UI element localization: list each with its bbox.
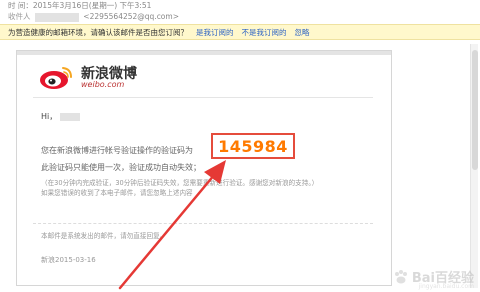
scrollbar-thumb[interactable] [472, 50, 478, 170]
ignore-link[interactable]: 忽略 [295, 27, 310, 38]
watermark-url: jingyan.baidu.com [418, 283, 474, 290]
redacted-recipient-name [34, 12, 79, 22]
not-subscribed-link[interactable]: 不是我订阅的 [242, 27, 287, 38]
header-divider [33, 97, 373, 98]
code-intro-text: 您在新浪微博进行帐号验证操作的验证码为 [41, 146, 193, 155]
greeting-text: Hi， [41, 112, 58, 121]
signature-date: 新浪2015-03-16 [41, 256, 96, 264]
footer-divider [33, 223, 373, 224]
subscription-check-message: 为营造健康的邮箱环境，请确认该邮件是否由您订阅？ [8, 27, 188, 37]
redacted-username [60, 112, 81, 121]
verification-code: 145984 [218, 136, 288, 156]
verification-code-highlight: 145984 [211, 133, 295, 159]
greeting: Hi， [41, 111, 82, 122]
mail-header: 时 间：2015年3月16日(星期一) 下午3:51 收件人 <22955642… [8, 0, 480, 22]
brand-domain: weibo.com [81, 80, 125, 89]
email-body: 新浪微博 weibo.com Hi， 您在新浪微博进行帐号验证操作的验证码为 1… [16, 50, 392, 286]
recipient-email[interactable]: <2295564252@qq.com> [83, 12, 179, 21]
subscription-check-bar: 为营造健康的邮箱环境，请确认该邮件是否由您订阅？ 是我订阅的 不是我订阅的 忽略 [0, 24, 480, 40]
send-time: 时 间：2015年3月16日(星期一) 下午3:51 [8, 1, 152, 10]
recipient-label: 收件人 [8, 12, 31, 21]
weibo-eye-icon [40, 67, 72, 89]
baidu-jingyan-watermark: Bai百经验 jingyan.baidu.com [393, 267, 474, 290]
vertical-scrollbar[interactable] [470, 44, 478, 288]
expiry-note: （在30分钟内完成验证，30分钟后验证码失效，您需要重新进行验证。感谢您对新浪的… [41, 179, 319, 187]
paw-icon [394, 269, 407, 283]
weibo-logo: 新浪微博 weibo.com [37, 63, 157, 91]
send-time-row: 时 间：2015年3月16日(星期一) 下午3:51 [8, 0, 480, 11]
recipient-row: 收件人 <2295564252@qq.com> [8, 11, 480, 22]
subscribed-link[interactable]: 是我订阅的 [196, 27, 234, 38]
email-top-strip [17, 51, 391, 55]
system-mail-notice: 本邮件是系统发出的邮件，请勿直接回复。 [41, 232, 167, 240]
single-use-notice: 此验证码只能使用一次，验证成功自动失效； [41, 163, 201, 172]
ignore-note: 如果您错误的收到了本电子邮件，请您忽略上述内容 [41, 189, 193, 197]
